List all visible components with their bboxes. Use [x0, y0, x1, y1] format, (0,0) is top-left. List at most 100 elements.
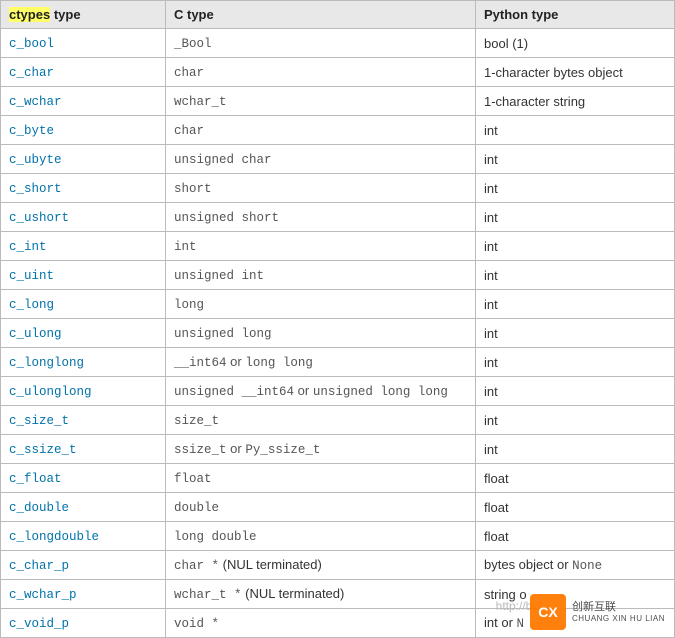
watermark-text: 创新互联 CHUANG XIN HU LIAN [572, 601, 665, 624]
table-row: c_ulonglong unsigned __int64 or unsigned … [1, 377, 675, 406]
ctypes-link[interactable]: c_ushort [9, 211, 69, 225]
cell-ctypes-type: c_wchar [1, 87, 166, 116]
ctypes-link[interactable]: c_ssize_t [9, 443, 77, 457]
ctypes-link[interactable]: c_bool [9, 37, 54, 51]
ctypes-link[interactable]: c_char [9, 66, 54, 80]
table-header-row: ctypes type C type Python type [1, 1, 675, 29]
cell-python-type: int [476, 261, 675, 290]
cell-ctypes-type: c_uint [1, 261, 166, 290]
ctypes-link[interactable]: c_longlong [9, 356, 84, 370]
header-python-type: Python type [476, 1, 675, 29]
cell-python-type: float [476, 493, 675, 522]
table-row: c_char char1-character bytes object [1, 58, 675, 87]
cell-ctypes-type: c_void_p [1, 609, 166, 638]
cell-c-type: float [166, 464, 476, 493]
table-row: c_ulong unsigned longint [1, 319, 675, 348]
cell-ctypes-type: c_char [1, 58, 166, 87]
cell-ctypes-type: c_ushort [1, 203, 166, 232]
cell-python-type: int [476, 174, 675, 203]
cell-python-type: int [476, 290, 675, 319]
table-row: c_ubyteunsigned charint [1, 145, 675, 174]
cell-python-type: int [476, 377, 675, 406]
table-row: c_byte charint [1, 116, 675, 145]
cell-python-type: 1-character string [476, 87, 675, 116]
watermark-badge: CX [530, 594, 566, 630]
cell-ctypes-type: c_float [1, 464, 166, 493]
cell-c-type: unsigned short [166, 203, 476, 232]
ctypes-link[interactable]: c_ulong [9, 327, 62, 341]
table-row: c_intintint [1, 232, 675, 261]
cell-ctypes-type: c_longdouble [1, 522, 166, 551]
cell-c-type: size_t [166, 406, 476, 435]
cell-c-type: long [166, 290, 476, 319]
ctypes-link[interactable]: c_ubyte [9, 153, 62, 167]
ctypes-link[interactable]: c_wchar_p [9, 588, 77, 602]
table-row: c_bool_Boolbool (1) [1, 29, 675, 58]
table-row: c_wchar wchar_t1-character string [1, 87, 675, 116]
cell-ctypes-type: c_byte [1, 116, 166, 145]
cell-python-type: int [476, 116, 675, 145]
cell-c-type: char * (NUL terminated) [166, 551, 476, 580]
cell-ctypes-type: c_double [1, 493, 166, 522]
table-row: c_longdoublelong doublefloat [1, 522, 675, 551]
ctypes-link[interactable]: c_longdouble [9, 530, 99, 544]
cell-ctypes-type: c_char_p [1, 551, 166, 580]
table-row: c_double doublefloat [1, 493, 675, 522]
cell-python-type: int [476, 319, 675, 348]
table-row: c_size_t size_tint [1, 406, 675, 435]
cell-ctypes-type: c_int [1, 232, 166, 261]
ctypes-link[interactable]: c_void_p [9, 617, 69, 631]
cell-c-type: ssize_t or Py_ssize_t [166, 435, 476, 464]
table-row: c_shortshortint [1, 174, 675, 203]
ctypes-link[interactable]: c_int [9, 240, 47, 254]
ctypes-table: ctypes type C type Python type c_bool _Bo… [0, 0, 675, 638]
cell-python-type: 1-character bytes object [476, 58, 675, 87]
header-ctypes-type: ctypes type [1, 1, 166, 29]
table-row: c_ushort unsigned shortint [1, 203, 675, 232]
cell-python-type: int [476, 406, 675, 435]
cell-ctypes-type: c_size_t [1, 406, 166, 435]
cell-c-type: unsigned __int64 or unsigned long long [166, 377, 476, 406]
ctypes-link[interactable]: c_ulonglong [9, 385, 92, 399]
ctypes-link[interactable]: c_double [9, 501, 69, 515]
cell-ctypes-type: c_long [1, 290, 166, 319]
cell-ctypes-type: c_ulonglong [1, 377, 166, 406]
table-row: c_char_p char * (NUL terminated)bytes obj… [1, 551, 675, 580]
ctypes-link[interactable]: c_char_p [9, 559, 69, 573]
cell-python-type: int [476, 348, 675, 377]
cell-ctypes-type: c_bool [1, 29, 166, 58]
ctypes-link[interactable]: c_uint [9, 269, 54, 283]
cell-ctypes-type: c_wchar_p [1, 580, 166, 609]
cell-ctypes-type: c_ubyte [1, 145, 166, 174]
ctypes-link[interactable]: c_float [9, 472, 62, 486]
table-row: c_uint unsigned intint [1, 261, 675, 290]
cell-c-type: double [166, 493, 476, 522]
cell-ctypes-type: c_longlong [1, 348, 166, 377]
cell-python-type: int [476, 145, 675, 174]
header-c-type: C type [166, 1, 476, 29]
cell-c-type: _Bool [166, 29, 476, 58]
watermark-logo: CX 创新互联 CHUANG XIN HU LIAN [530, 594, 665, 630]
cell-c-type: char [166, 58, 476, 87]
cell-python-type: float [476, 522, 675, 551]
cell-c-type: char [166, 116, 476, 145]
table-row: c_ssize_t ssize_t or Py_ssize_tint [1, 435, 675, 464]
cell-python-type: float [476, 464, 675, 493]
cell-ctypes-type: c_ssize_t [1, 435, 166, 464]
cell-c-type: unsigned int [166, 261, 476, 290]
cell-python-type: int [476, 203, 675, 232]
ctypes-link[interactable]: c_short [9, 182, 62, 196]
cell-c-type: int [166, 232, 476, 261]
cell-python-type: int [476, 435, 675, 464]
cell-python-type: bytes object or None [476, 551, 675, 580]
ctypes-link[interactable]: c_long [9, 298, 54, 312]
table-row: c_longlong __int64 or long longint [1, 348, 675, 377]
ctypes-link[interactable]: c_size_t [9, 414, 69, 428]
ctypes-link[interactable]: c_wchar [9, 95, 62, 109]
cell-c-type: __int64 or long long [166, 348, 476, 377]
cell-c-type: unsigned long [166, 319, 476, 348]
ctypes-link[interactable]: c_byte [9, 124, 54, 138]
cell-ctypes-type: c_ulong [1, 319, 166, 348]
cell-ctypes-type: c_short [1, 174, 166, 203]
cell-c-type: wchar_t [166, 87, 476, 116]
